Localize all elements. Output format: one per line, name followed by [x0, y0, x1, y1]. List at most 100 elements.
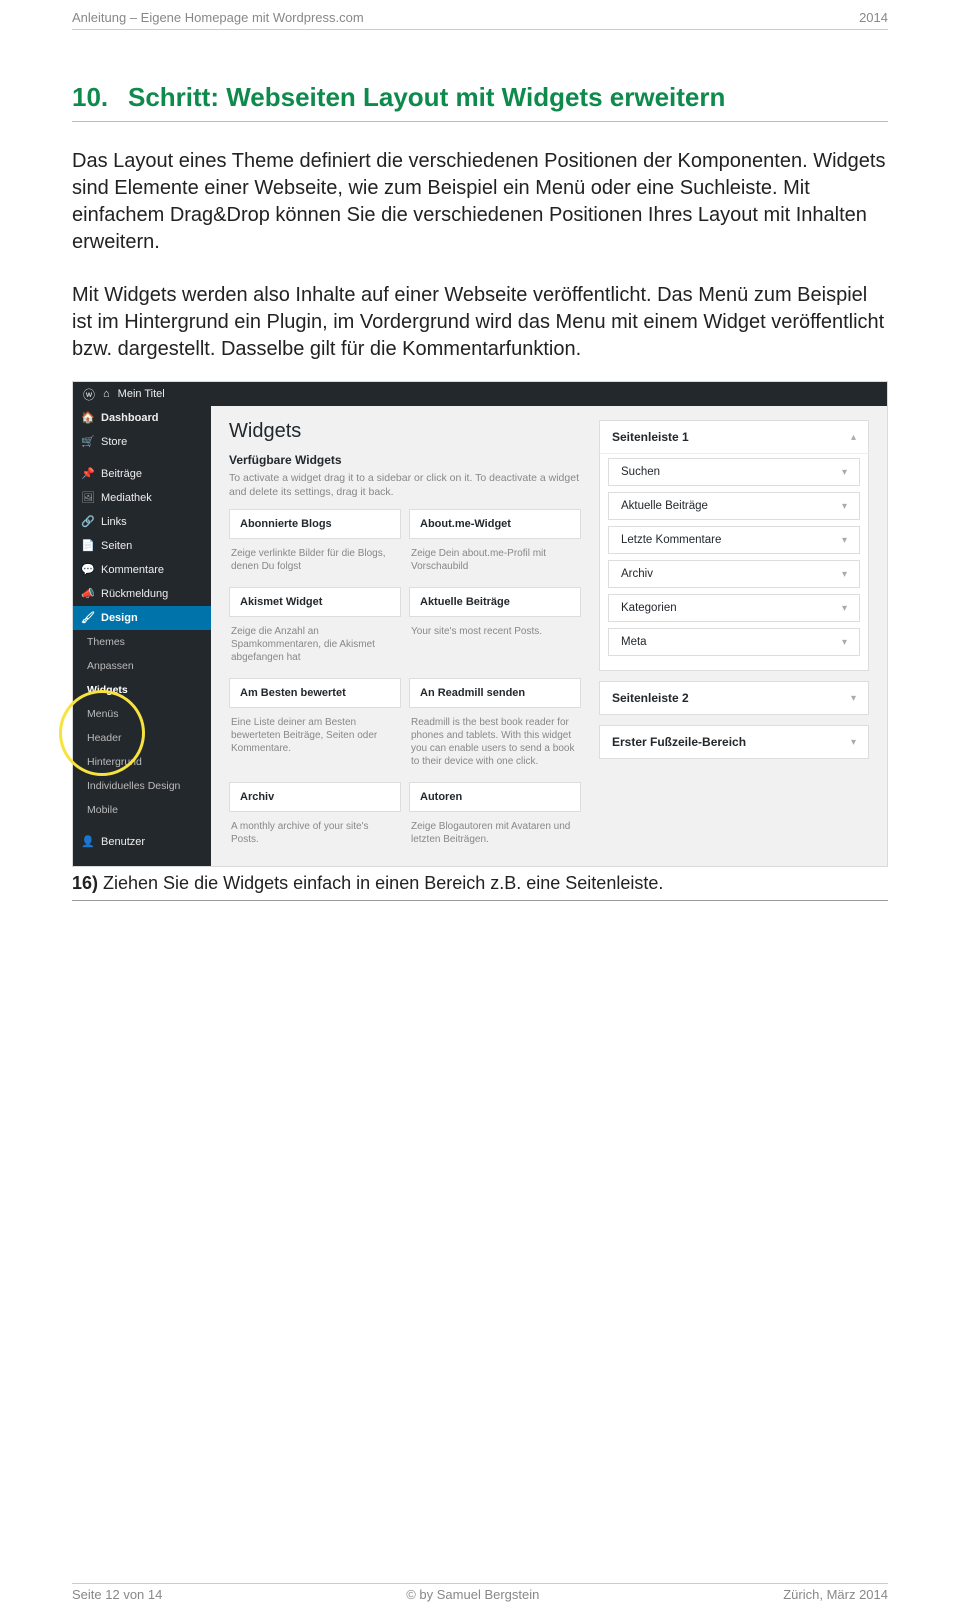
widget-item-label: Aktuelle Beiträge: [621, 500, 708, 512]
widget-item-label: Suchen: [621, 466, 660, 478]
widget-card[interactable]: Abonnierte Blogs: [229, 509, 401, 539]
chevron-down-icon: ▾: [842, 569, 847, 580]
sidebar-item-label: Kommentare: [101, 564, 164, 576]
sidebar-sub-widgets[interactable]: Widgets: [73, 678, 211, 702]
chevron-down-icon: ▾: [842, 637, 847, 648]
widget-item-label: Meta: [621, 636, 647, 648]
section-title: 10.Schritt: Webseiten Layout mit Widgets…: [72, 82, 888, 122]
widget-area-panel[interactable]: Erster Fußzeile-Bereich ▾: [599, 725, 869, 759]
widget-item[interactable]: Aktuelle Beiträge ▾: [608, 492, 860, 520]
wp-admin-sidebar: 🏠Dashboard 🛒 Store 📌 Beiträge 🖼Mediathek 🔗…: [73, 406, 211, 866]
widget-area-title: Seitenleiste 1: [612, 430, 689, 444]
figure-text: Ziehen Sie die Widgets einfach in einen …: [98, 873, 663, 893]
chevron-down-icon: ▾: [842, 535, 847, 546]
sidebar-sub-customdesign[interactable]: Individuelles Design: [73, 774, 211, 798]
widget-item[interactable]: Meta ▾: [608, 628, 860, 656]
chevron-down-icon: ▾: [842, 467, 847, 478]
page-title: Widgets: [229, 420, 581, 443]
available-widgets-grid: Abonnierte Blogs About.me-Widget Zeige v…: [229, 509, 581, 852]
figure-caption: 16) Ziehen Sie die Widgets einfach in ei…: [72, 873, 888, 901]
wp-admin-toolbar[interactable]: ⓦ ⌂ Mein Titel: [73, 382, 887, 406]
sidebar-item-dashboard[interactable]: 🏠Dashboard: [73, 406, 211, 430]
sidebar-item-label: Benutzer: [101, 836, 145, 848]
sidebar-item-label: Beiträge: [101, 468, 142, 480]
widget-item-label: Kategorien: [621, 602, 677, 614]
sidebar-item-comments[interactable]: 💬 Kommentare: [73, 558, 211, 582]
feedback-icon: 📣: [81, 587, 95, 600]
widget-card[interactable]: An Readmill senden: [409, 678, 581, 708]
widget-desc: Readmill is the best book reader for pho…: [409, 716, 581, 774]
widget-card[interactable]: Archiv: [229, 782, 401, 812]
widget-areas-column: Seitenleiste 1 ▴ Suchen ▾ Aktuelle Beiträ…: [599, 420, 869, 852]
sidebar-item-label: Links: [101, 516, 127, 528]
dashboard-icon: 🏠: [81, 411, 95, 424]
chevron-down-icon: ▾: [842, 501, 847, 512]
widget-desc: Zeige die Anzahl an Spamkommentaren, die…: [229, 625, 401, 670]
adminbar-home-icon[interactable]: ⌂: [103, 388, 110, 400]
widget-card[interactable]: Akismet Widget: [229, 587, 401, 617]
sidebar-sub-background[interactable]: Hintergrund: [73, 750, 211, 774]
widget-card[interactable]: Aktuelle Beiträge: [409, 587, 581, 617]
widget-card[interactable]: About.me-Widget: [409, 509, 581, 539]
widget-item[interactable]: Letzte Kommentare ▾: [608, 526, 860, 554]
posts-icon: 📌: [81, 467, 95, 480]
sidebar-sub-themes[interactable]: Themes: [73, 630, 211, 654]
links-icon: 🔗: [81, 515, 95, 528]
comments-icon: 💬: [81, 563, 95, 576]
sidebar-item-posts[interactable]: 📌 Beiträge: [73, 462, 211, 486]
sidebar-item-pages[interactable]: 📄 Seiten: [73, 534, 211, 558]
available-widgets-heading: Verfügbare Widgets: [229, 453, 581, 467]
sidebar-sub-mobile[interactable]: Mobile: [73, 798, 211, 822]
chevron-down-icon: ▾: [851, 737, 856, 748]
widget-desc: Zeige verlinkte Bilder für die Blogs, de…: [229, 547, 401, 579]
widget-area-panel[interactable]: Seitenleiste 2 ▾: [599, 681, 869, 715]
widget-desc: Zeige Blogautoren mit Avataren und letzt…: [409, 820, 581, 852]
wp-screenshot: ⓦ ⌂ Mein Titel 🏠Dashboard 🛒 Store 📌 Beiträ…: [72, 381, 888, 867]
widget-area-body: Suchen ▾ Aktuelle Beiträge ▾ Letzte Kommen…: [599, 454, 869, 671]
widget-desc: Zeige Dein about.me-Profil mit Vorschaub…: [409, 547, 581, 579]
widget-card[interactable]: Am Besten bewertet: [229, 678, 401, 708]
available-widgets-help: To activate a widget drag it to a sideba…: [229, 471, 581, 499]
sidebar-item-links[interactable]: 🔗 Links: [73, 510, 211, 534]
doc-header-left: Anleitung – Eigene Homepage mit Wordpres…: [72, 10, 364, 25]
section-title-text: Schritt: Webseiten Layout mit Widgets er…: [128, 82, 725, 112]
chevron-down-icon: ▾: [842, 603, 847, 614]
document-header: Anleitung – Eigene Homepage mit Wordpres…: [72, 10, 888, 30]
widget-area-panel[interactable]: Seitenleiste 1 ▴: [599, 420, 869, 454]
sidebar-item-media[interactable]: 🖼Mediathek: [73, 486, 211, 510]
sidebar-item-feedback[interactable]: 📣 Rückmeldung: [73, 582, 211, 606]
section-number: 10.: [72, 82, 128, 113]
sidebar-item-design[interactable]: 🖌 Design: [73, 606, 211, 630]
widget-area-title: Erster Fußzeile-Bereich: [612, 735, 746, 749]
sidebar-sub-header[interactable]: Header: [73, 726, 211, 750]
store-icon: 🛒: [81, 435, 95, 448]
sidebar-item-store[interactable]: 🛒 Store: [73, 430, 211, 454]
chevron-up-icon: ▴: [851, 432, 856, 443]
widget-item-label: Archiv: [621, 568, 653, 580]
doc-header-right: 2014: [859, 10, 888, 25]
paragraph-1: Das Layout eines Theme definiert die ver…: [72, 148, 888, 256]
sidebar-sub-menus[interactable]: Menüs: [73, 702, 211, 726]
sidebar-sub-customize[interactable]: Anpassen: [73, 654, 211, 678]
sidebar-item-label: Seiten: [101, 540, 132, 552]
widget-item[interactable]: Archiv ▾: [608, 560, 860, 588]
widget-desc: Your site's most recent Posts.: [409, 625, 581, 670]
sidebar-item-label: Design: [101, 612, 138, 624]
widget-area-title: Seitenleiste 2: [612, 691, 689, 705]
pages-icon: 📄: [81, 539, 95, 552]
widget-item-label: Letzte Kommentare: [621, 534, 721, 546]
widget-card[interactable]: Autoren: [409, 782, 581, 812]
widget-item[interactable]: Kategorien ▾: [608, 594, 860, 622]
sidebar-item-label: Store: [101, 436, 127, 448]
widget-desc: A monthly archive of your site's Posts.: [229, 820, 401, 852]
media-icon: 🖼: [81, 491, 95, 504]
adminbar-site-title[interactable]: Mein Titel: [118, 388, 165, 400]
wp-main-content: Widgets Verfügbare Widgets To activate a…: [211, 406, 887, 866]
widget-item[interactable]: Suchen ▾: [608, 458, 860, 486]
document-footer: Seite 12 von 14 © by Samuel Bergstein Zü…: [72, 1583, 888, 1602]
wp-logo-icon[interactable]: ⓦ: [83, 386, 95, 403]
footer-location-date: Zürich, März 2014: [783, 1587, 888, 1602]
design-icon: 🖌: [81, 611, 95, 624]
sidebar-item-label: Rückmeldung: [101, 588, 168, 600]
sidebar-item-users[interactable]: 👤Benutzer: [73, 830, 211, 854]
